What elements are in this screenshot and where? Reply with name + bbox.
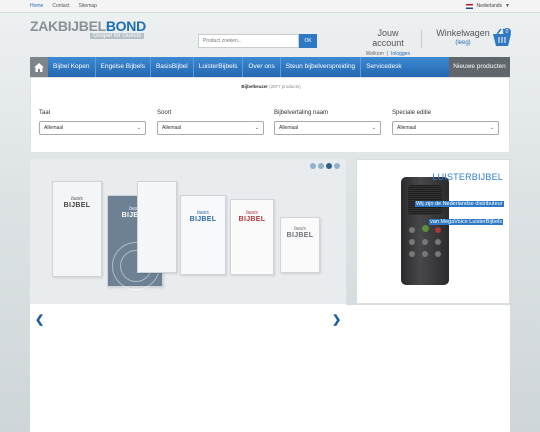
new-products-button[interactable]: Nieuwe producten <box>449 57 510 77</box>
search-bar: OK <box>198 34 317 48</box>
luisterbijbel-promo[interactable]: LUISTERBIJBEL Wij zijn de Nederlandse di… <box>356 159 510 304</box>
hero-slider: basis BIJBEL basis BIJBEL basis BIJBEL b… <box>30 159 346 330</box>
product-count: (2877 products) <box>269 84 301 89</box>
book-title: BIJBEL <box>189 216 217 223</box>
logo-tagline: Gospel for Guests <box>90 33 145 39</box>
account-box: Jouw account Welkom | Inloggen <box>362 28 414 57</box>
book-title: BIJBEL <box>238 216 266 223</box>
site-logo[interactable]: ZAKBIJBELBOND Gospel for Guests <box>30 18 146 48</box>
dutch-flag-icon <box>466 4 474 9</box>
book-center <box>137 181 177 273</box>
header-divider <box>421 30 422 48</box>
filter-title: Bijbelkeuzer <box>241 84 268 89</box>
slider-dots <box>310 163 340 169</box>
select-value: Allemaal <box>279 125 299 131</box>
book-red-accent: basis BIJBEL <box>230 199 274 275</box>
promo-text: Wij zijn de Nederlandse distributeur van… <box>415 201 504 225</box>
special-edition-select[interactable]: Allemaal ⌄ <box>392 121 499 135</box>
filter-label: Soort <box>157 110 172 116</box>
chevron-down-icon: ⌄ <box>136 125 141 131</box>
select-value: Allemaal <box>397 125 417 131</box>
type-select[interactable]: Allemaal ⌄ <box>157 121 264 135</box>
slider-dot-1[interactable] <box>310 163 316 169</box>
nav-item-servicedesk[interactable]: Servicedesk <box>361 57 406 77</box>
slider-dot-3[interactable] <box>326 163 332 169</box>
slider-dot-2[interactable] <box>318 163 324 169</box>
book-title: BIJBEL <box>63 202 91 209</box>
nav-item-bijbel-kopen[interactable]: Bijbel Kopen <box>48 57 96 77</box>
select-value: Allemaal <box>162 125 182 131</box>
promo-text-block: Wij zijn de Nederlandse distributeur van… <box>415 192 504 228</box>
cart-title: Winkelwagen <box>436 28 490 38</box>
search-input[interactable] <box>198 34 299 48</box>
slider-dot-4[interactable] <box>334 163 340 169</box>
slider-next-arrow[interactable]: ❯ <box>332 313 341 326</box>
filter-field-special-edition: Speciale editie Allemaal ⌄ <box>392 110 499 135</box>
chevron-down-icon: ⌄ <box>489 125 494 131</box>
top-utility-bar: Home Contact Sitemap Nederlands ▼ <box>0 0 540 13</box>
book-title: BIJBEL <box>286 232 314 239</box>
select-value: Allemaal <box>44 125 64 131</box>
bible-filter-panel: Bijbelkeuzer (2877 products) Taal Allema… <box>30 77 510 153</box>
contact-link[interactable]: Contact <box>52 0 69 13</box>
nav-item-basisbijbel[interactable]: BasisBijbel <box>151 57 194 77</box>
chevron-down-icon: ▼ <box>505 3 510 9</box>
nav-item-steun[interactable]: Steun bijbelverspreiding <box>281 57 362 77</box>
filter-field-type: Soort Allemaal ⌄ <box>157 110 264 135</box>
cart-count-badge: 0 <box>503 28 511 36</box>
language-selector[interactable]: Nederlands ▼ <box>466 0 510 13</box>
nav-item-luisterbijbels[interactable]: LuisterBijbels <box>194 57 244 77</box>
account-title: Jouw account <box>372 28 404 48</box>
language-select[interactable]: Allemaal ⌄ <box>39 121 146 135</box>
utility-links: Home Contact Sitemap <box>30 0 97 13</box>
language-label: Nederlands <box>476 3 503 9</box>
logo-word-1: ZAKBIJBEL <box>30 18 106 34</box>
home-link[interactable]: Home <box>30 0 43 13</box>
filter-heading: Bijbelkeuzer (2877 products) <box>31 84 511 89</box>
slider-prev-arrow[interactable]: ❮ <box>35 313 44 326</box>
nav-item-over-ons[interactable]: Over ons <box>243 57 281 77</box>
filter-label: Speciale editie <box>392 110 432 116</box>
sitemap-link[interactable]: Sitemap <box>79 0 97 13</box>
chevron-down-icon: ⌄ <box>371 125 376 131</box>
cart-box[interactable]: Winkelwagen (leeg) <box>436 28 490 46</box>
filter-label: Taal <box>39 110 51 116</box>
home-icon <box>34 62 44 72</box>
chevron-down-icon: ⌄ <box>254 125 259 131</box>
home-button[interactable] <box>30 57 48 77</box>
nav-item-engelse-bijbels[interactable]: Engelse Bijbels <box>96 57 151 77</box>
filter-field-translation: Bijbelvertaling naam Allemaal ⌄ <box>274 110 381 135</box>
promo-heading: LUISTERBIJBEL <box>432 172 503 182</box>
filter-label: Bijbelvertaling naam <box>274 110 329 116</box>
main-navigation: Bijbel Kopen Engelse Bijbels BasisBijbel… <box>30 57 510 77</box>
cart-status: (leeg) <box>455 40 471 46</box>
filter-field-language: Taal Allemaal ⌄ <box>39 110 146 135</box>
logo-wordmark: ZAKBIJBELBOND <box>30 18 146 34</box>
translation-select[interactable]: Allemaal ⌄ <box>274 121 381 135</box>
book-white: basis BIJBEL <box>52 181 102 277</box>
book-small-gray: basis BIJBEL <box>280 217 320 273</box>
book-blue-accent: basis BIJBEL <box>180 195 226 275</box>
logo-word-2: BOND <box>105 18 146 34</box>
slider-floor <box>30 304 346 330</box>
search-button[interactable]: OK <box>299 34 317 48</box>
